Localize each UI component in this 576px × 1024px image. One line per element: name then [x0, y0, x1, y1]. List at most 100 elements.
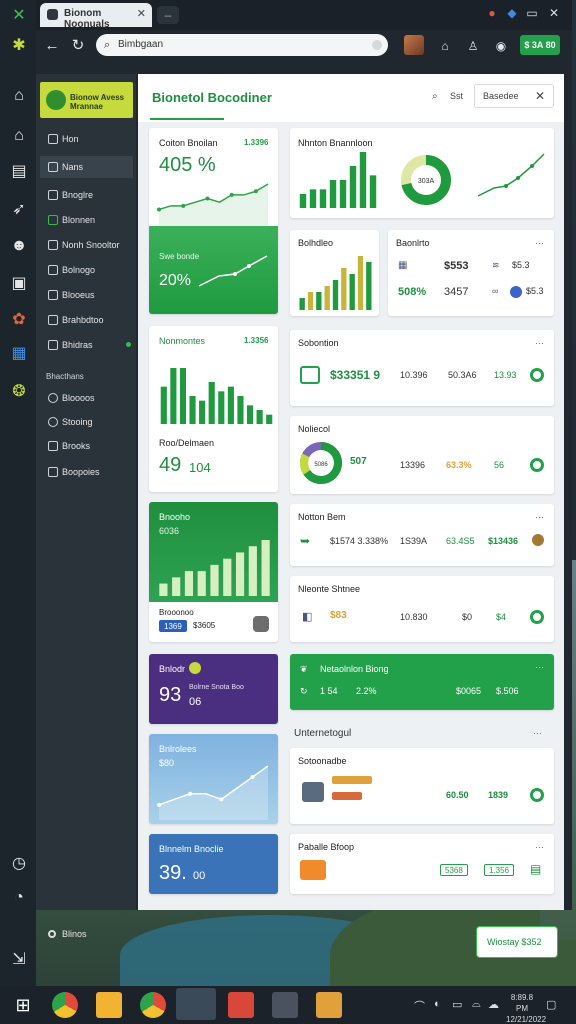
wifi-icon[interactable]: ⌓	[472, 998, 481, 1011]
action-badge-button[interactable]: $ 3A 80	[520, 35, 560, 55]
close-window-icon[interactable]: ✕	[546, 6, 562, 20]
bottom-sidebar-item[interactable]: Blinos	[42, 924, 96, 944]
sidebar-item-label: Brahbdtoo	[62, 315, 104, 325]
more-icon[interactable]: ···	[533, 728, 542, 738]
sidebar-item-8[interactable]: Bhidras	[40, 334, 133, 356]
sidebar-item-label: Bhidras	[62, 340, 93, 350]
metric-card-11[interactable]: Bnlodr 93 06 Bolrne Snota Boo	[149, 654, 278, 724]
chrome-icon[interactable]	[140, 992, 166, 1018]
avatar[interactable]	[404, 35, 424, 55]
chart-bar	[329, 180, 337, 208]
square-icon	[48, 441, 58, 451]
history-icon[interactable]: ◷	[9, 854, 29, 874]
sidebar-section-item[interactable]: Boopoies	[40, 461, 133, 483]
clipboard-icon[interactable]: ▤	[530, 862, 541, 876]
more-icon[interactable]: ···	[535, 238, 544, 248]
gear-icon[interactable]	[530, 368, 544, 382]
volume-icon[interactable]: ◐	[434, 998, 441, 1010]
gear-icon[interactable]	[530, 788, 544, 802]
pinwheel-icon[interactable]: ✱	[9, 36, 29, 56]
notification-icon[interactable]: ▢	[546, 998, 556, 1011]
metric-card-6[interactable]: Sobontion ··· $33351 9 10.396 50.3A6 13.…	[290, 330, 554, 406]
sidebar-item-7[interactable]: Brahbdtoo	[40, 309, 133, 331]
cloud-icon[interactable]: ☁	[488, 998, 499, 1011]
sidebar-section-item[interactable]: Brooks	[40, 435, 133, 457]
network-icon[interactable]: ⌒	[414, 998, 425, 1014]
sidebar-item-3[interactable]: Blonnen	[40, 209, 133, 231]
sidebar-item-6[interactable]: Blooeus	[40, 284, 133, 306]
close-icon[interactable]: ✕	[535, 89, 545, 103]
browser-tab[interactable]: Bionom Noonuals ✕	[40, 3, 152, 30]
sidebar-item-1[interactable]: Nans	[40, 156, 133, 178]
metric-card-2[interactable]: Nhnton Bnannloon 303A	[290, 128, 554, 218]
battery-icon[interactable]: ▭	[452, 998, 462, 1011]
chart-point	[157, 802, 161, 807]
users-icon[interactable]: ☻	[9, 236, 29, 256]
metric-card-5[interactable]: Nonmontes 1.3356 Roo/Delmaen 49 104	[149, 326, 278, 492]
app-icon[interactable]	[272, 992, 298, 1018]
metric-card-8[interactable]: Bnooho 6036 Brooonoo 1369 $3605	[149, 502, 278, 642]
home-icon[interactable]: ⌂	[9, 86, 29, 106]
metric-card-12[interactable]: Netaolnlon Biong ❦ ··· ↻ 1 54 2.2% $0065…	[290, 654, 554, 710]
store-icon[interactable]	[176, 988, 216, 1020]
app-icon[interactable]	[228, 992, 254, 1018]
bell-icon[interactable]: ⌂	[436, 36, 454, 56]
address-action-icon[interactable]	[372, 40, 382, 50]
search-input[interactable]: Basedee ✕	[474, 84, 554, 108]
metric-card-13[interactable]: Bnlrolees $80	[149, 734, 278, 824]
metric-card-3[interactable]: Bolhdleo	[290, 230, 379, 316]
rocket-icon[interactable]: ➶	[9, 200, 29, 220]
grid-icon[interactable]: ▦	[9, 344, 29, 364]
metric-card-10[interactable]: Nleonte Shtnee ◧ $83 10.830 $0 $4	[290, 576, 554, 642]
sidebar-item-0[interactable]: Hon	[40, 128, 133, 150]
chart-bar	[357, 256, 364, 310]
book-icon[interactable]: ▤	[9, 162, 29, 182]
more-icon[interactable]: ···	[535, 842, 544, 852]
sidebar-item-4[interactable]: Nonh Snooltor	[40, 234, 133, 256]
more-icon[interactable]: ···	[535, 512, 544, 522]
notification-toast[interactable]: Wiostay $352	[476, 926, 558, 958]
new-tab-button[interactable]: –	[157, 6, 179, 24]
house-icon[interactable]: ⌂	[9, 126, 29, 146]
brand-block[interactable]: Bionow Avess Mrannae	[40, 82, 133, 118]
gear-icon[interactable]	[530, 458, 544, 472]
settings-icon[interactable]: ◉	[492, 36, 510, 56]
clock-icon[interactable]: ◔	[9, 888, 29, 908]
metric-card-14[interactable]: Sotoonadbe 60.50 1839	[290, 748, 554, 824]
card-title: Bnooho	[159, 512, 191, 522]
reload-icon[interactable]: ↻	[68, 36, 88, 56]
folder-icon[interactable]	[96, 992, 122, 1018]
chrome-icon[interactable]	[52, 992, 78, 1018]
more-icon[interactable]: ···	[535, 338, 544, 348]
shield-icon[interactable]: ◆	[504, 6, 520, 20]
clock[interactable]: 8:89.8 PM 12/21/2022	[506, 992, 546, 1024]
search-icon[interactable]: ⌕	[432, 91, 438, 102]
metric-card-7[interactable]: Noliecol 5086 507 13396 63.3% 56	[290, 416, 554, 494]
metric-card-1[interactable]: Coiton Bnoilan 1.3396 405 % Swe bonde 20…	[149, 128, 278, 314]
sidebar-item-2[interactable]: Bnoglre	[40, 184, 133, 206]
metric-card-15[interactable]: Blnnelm Bnoclie 39. 00	[149, 834, 278, 894]
extension-icon[interactable]: ●	[484, 6, 500, 20]
more-icon[interactable]: ···	[535, 662, 544, 672]
sidebar-item-5[interactable]: Bolnogo	[40, 259, 133, 281]
metric-card-4[interactable]: Baonlrto ··· ▦ $553 ≋ $5.3 508% 3457 ∞ $…	[388, 230, 554, 316]
tab-close-icon[interactable]: ✕	[137, 7, 146, 20]
back-icon[interactable]: ←	[42, 36, 62, 56]
address-bar[interactable]: ⌕ Bimbgaan	[96, 34, 388, 56]
leaf-icon[interactable]: ❂	[9, 382, 29, 402]
gear-icon[interactable]	[530, 610, 544, 624]
app-logo-icon[interactable]: ✕	[9, 6, 29, 26]
metric-card-16[interactable]: Paballe Bfoop ··· 5368 1.356 ▤	[290, 834, 554, 894]
export-icon[interactable]: ⇲	[9, 950, 29, 970]
user-icon[interactable]: ♙	[464, 36, 482, 56]
camera-icon[interactable]: ▣	[9, 274, 29, 294]
notes-icon[interactable]	[316, 992, 342, 1018]
sidebar-section-item[interactable]: Bloooos	[40, 387, 133, 409]
sidebar-section-item[interactable]: Stooing	[40, 411, 133, 433]
metric-card-9[interactable]: Notton Bem ··· ➥ $1574 3.338% 1S39A 63.4…	[290, 504, 554, 566]
donut-center-label: 5086	[314, 462, 328, 468]
windows-start-icon[interactable]: ⊞	[10, 992, 36, 1018]
minimize-icon[interactable]: ▭	[524, 6, 540, 20]
badge-icon[interactable]: ✿	[9, 310, 29, 330]
trash-icon[interactable]	[253, 616, 269, 632]
